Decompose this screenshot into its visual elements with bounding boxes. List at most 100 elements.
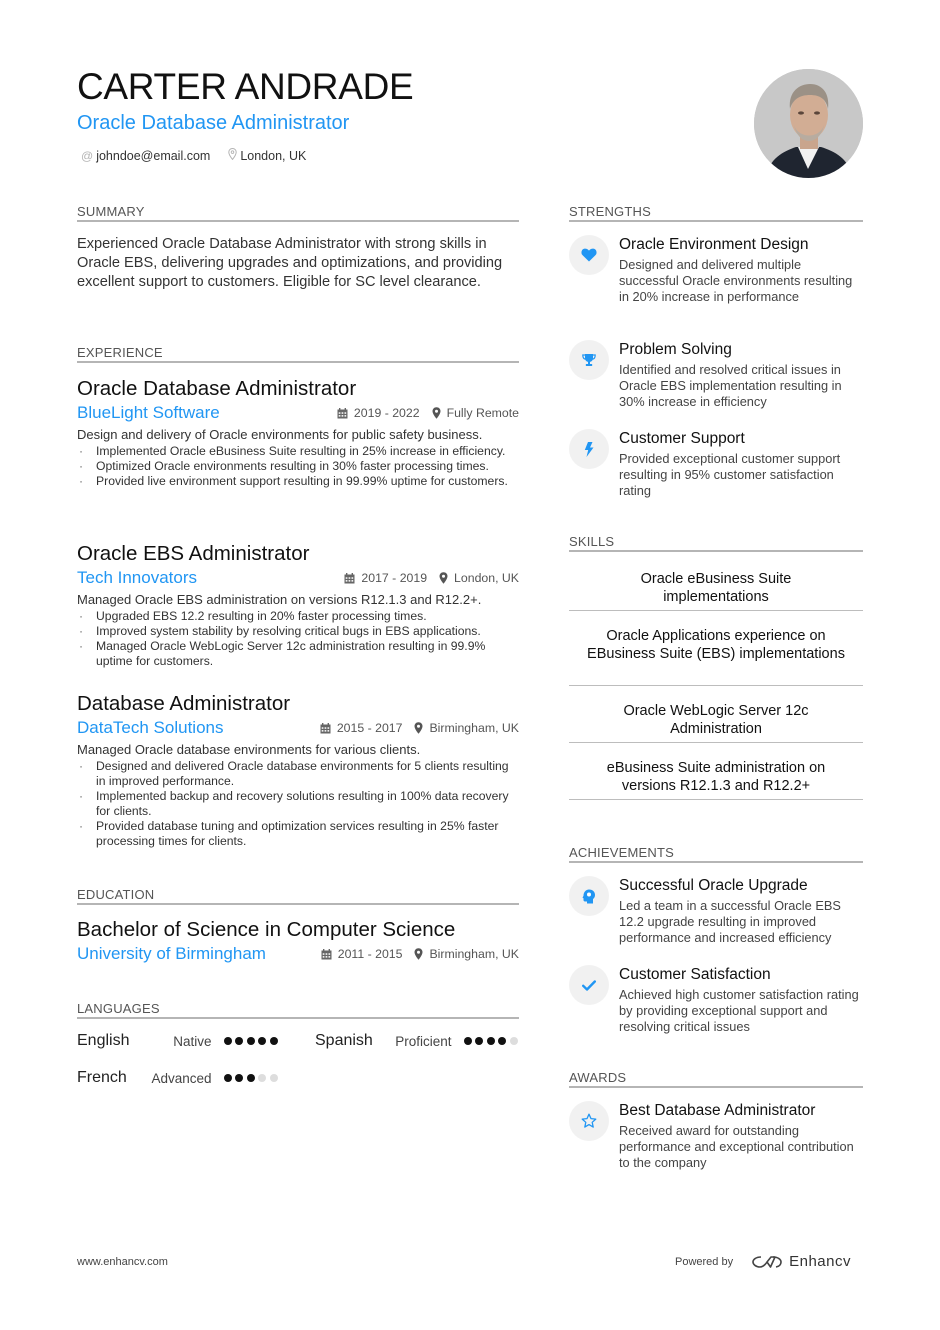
education-dates: 2011 - 2015	[321, 947, 403, 961]
language-item: English Native	[77, 1032, 281, 1050]
enhancv-brand: Enhancv	[789, 1253, 851, 1270]
section-divider	[77, 903, 519, 905]
rating-dot-empty	[509, 1037, 518, 1045]
strength-title: Oracle Environment Design	[619, 236, 809, 253]
strength-item: Customer Support Provided exceptional cu…	[569, 429, 863, 499]
bullet-item: Implemented Oracle eBusiness Suite resul…	[77, 444, 519, 459]
location-pin-icon	[439, 572, 448, 584]
location-pin-icon	[432, 407, 441, 419]
section-title-skills: SKILLS	[569, 534, 615, 549]
job-title: Oracle Database Administrator	[77, 377, 357, 400]
strength-description: Designed and delivered multiple successf…	[619, 257, 853, 304]
language-rating	[223, 1037, 282, 1045]
language-item: Spanish Proficient	[315, 1032, 521, 1050]
language-name: Spanish	[315, 1032, 373, 1049]
achievement-item: Successful Oracle Upgrade Led a team in …	[569, 876, 863, 946]
strength-description: Identified and resolved critical issues …	[619, 362, 842, 409]
rating-dot-empty	[269, 1074, 278, 1082]
company-name: BlueLight Software	[77, 403, 220, 422]
contact-location: London, UK	[228, 147, 307, 163]
school-name: University of Birmingham	[77, 944, 266, 963]
location-pin-icon	[414, 948, 423, 960]
bullet-item: Upgraded EBS 12.2 resulting in 20% faste…	[77, 609, 519, 624]
section-divider	[569, 220, 863, 222]
language-rating	[223, 1074, 282, 1082]
job-description: Managed Oracle database environments for…	[77, 742, 421, 757]
footer-website-link[interactable]: www.enhancv.com	[77, 1256, 168, 1268]
job-location: London, UK	[439, 571, 519, 585]
bullet-item: Managed Oracle WebLogic Server 12c admin…	[77, 639, 519, 669]
dates-text: 2011 - 2015	[337, 947, 403, 961]
star-icon	[569, 1101, 609, 1141]
rating-dot-empty	[258, 1074, 266, 1082]
company-name: Tech Innovators	[77, 568, 198, 587]
rating-dot-filled	[498, 1037, 506, 1045]
experience-entry: Oracle EBS Administrator Tech Innovators…	[77, 541, 519, 669]
rating-dot-filled	[269, 1037, 278, 1045]
language-item: French Advanced	[77, 1069, 281, 1087]
job-description: Design and delivery of Oracle environmen…	[77, 427, 483, 442]
job-title: Database Administrator	[77, 692, 291, 715]
rating-dot-filled	[246, 1037, 255, 1045]
achievement-item: Customer Satisfaction Achieved high cust…	[569, 965, 863, 1035]
rating-dot-filled	[486, 1037, 495, 1045]
job-bullets: Designed and delivered Oracle database e…	[77, 759, 519, 849]
language-level: Advanced	[151, 1070, 212, 1086]
section-title-experience: EXPERIENCE	[77, 345, 163, 360]
job-title: Oracle EBS Administrator	[77, 542, 310, 565]
calendar-icon	[321, 948, 332, 959]
skill-item: Oracle Applications experience on EBusin…	[569, 627, 863, 686]
calendar-icon	[344, 572, 355, 583]
strength-title: Customer Support	[619, 430, 745, 447]
achievement-description: Led a team in a successful Oracle EBS 12…	[619, 898, 841, 945]
trophy-icon	[569, 340, 609, 380]
section-divider	[77, 220, 519, 222]
section-title-strengths: STRENGTHS	[569, 204, 651, 219]
bullet-item: Optimized Oracle environments resulting …	[77, 459, 519, 474]
job-location: Birmingham, UK	[414, 721, 519, 735]
job-description: Managed Oracle EBS administration on ver…	[77, 592, 482, 607]
profile-photo	[754, 69, 863, 178]
job-bullets: Upgraded EBS 12.2 resulting in 20% faste…	[77, 609, 519, 669]
rating-dot-filled	[246, 1074, 255, 1082]
enhancv-logo-icon	[752, 1255, 782, 1268]
rating-dot-filled	[475, 1037, 483, 1045]
section-divider	[77, 1017, 519, 1019]
location-text: Birmingham, UK	[429, 947, 519, 961]
dates-text: 2015 - 2017	[336, 721, 403, 735]
dates-text: 2017 - 2019	[361, 571, 428, 585]
section-divider	[569, 1086, 863, 1088]
section-title-languages: LANGUAGES	[77, 1001, 160, 1016]
rating-dot-filled	[235, 1074, 243, 1082]
job-dates: 2017 - 2019	[344, 571, 427, 585]
job-location: Fully Remote	[432, 406, 519, 420]
location-text: London, UK	[454, 571, 519, 585]
section-divider	[569, 550, 863, 552]
rating-dot-filled	[223, 1074, 232, 1082]
location-text: Birmingham, UK	[429, 721, 519, 735]
footer-powered-by[interactable]: Powered by Enhancv	[675, 1253, 851, 1270]
summary-text: Experienced Oracle Database Administrato…	[77, 236, 503, 290]
bullet-item: Provided database tuning and optimizatio…	[77, 819, 519, 849]
strength-title: Problem Solving	[619, 341, 732, 358]
strength-item: Problem Solving Identified and resolved …	[569, 340, 863, 410]
section-divider	[77, 361, 519, 363]
location-text: London, UK	[240, 148, 307, 163]
rating-dot-filled	[223, 1037, 232, 1045]
achievement-description: Achieved high customer satisfaction rati…	[619, 987, 859, 1034]
candidate-role: Oracle Database Administrator	[77, 112, 350, 134]
calendar-icon	[320, 722, 331, 733]
degree-title: Bachelor of Science in Computer Science	[77, 918, 456, 941]
powered-by-text: Powered by	[675, 1255, 734, 1268]
skill-item: Oracle eBusiness Suite implementations	[569, 570, 863, 611]
heart-icon	[569, 235, 609, 275]
location-pin-icon	[228, 147, 238, 163]
section-title-summary: SUMMARY	[77, 204, 145, 219]
experience-entry: Oracle Database Administrator BlueLight …	[77, 376, 519, 489]
at-icon: @	[81, 148, 94, 163]
section-divider	[569, 861, 863, 863]
location-pin-icon	[414, 722, 423, 734]
resume-page: CARTER ANDRADE Oracle Database Administr…	[0, 0, 940, 1330]
contact-email[interactable]: @ johndoe@email.com	[81, 149, 210, 163]
bullet-item: Provided live environment support result…	[77, 474, 519, 489]
